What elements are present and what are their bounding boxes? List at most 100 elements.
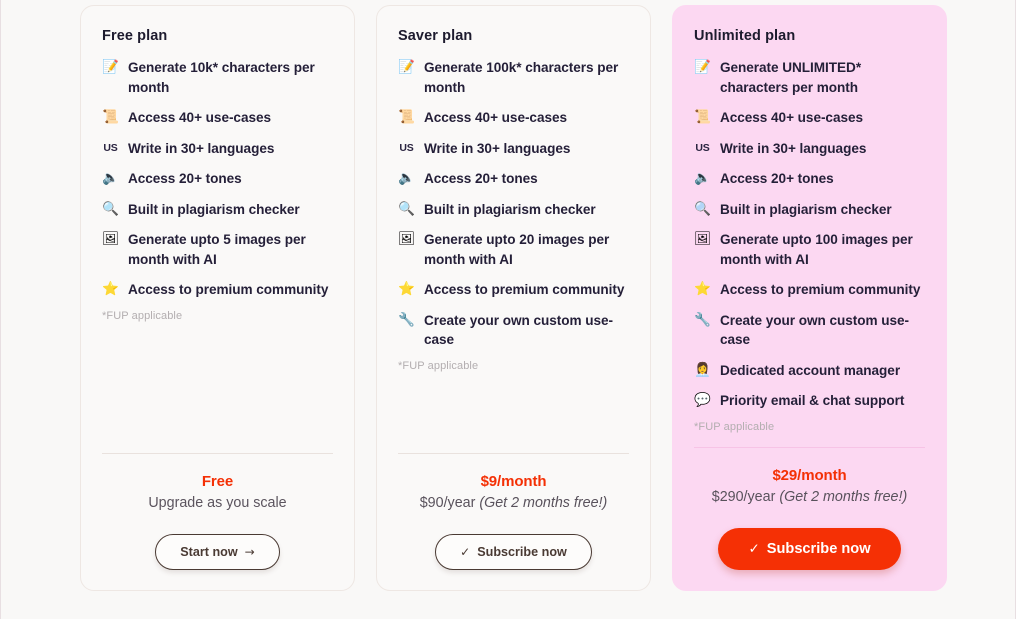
star-icon: ⭐	[102, 281, 119, 297]
feature-label: Write in 30+ languages	[720, 140, 867, 156]
cta-button-unlimited[interactable]: ✓ Subscribe now	[718, 528, 901, 570]
fup-footnote: *FUP applicable	[398, 359, 479, 372]
card-divider	[694, 447, 925, 448]
arrow-right-icon: →	[244, 545, 255, 559]
price-block: Free Upgrade as you scale	[102, 472, 333, 514]
price-block: $29/month $290/year (Get 2 months free!)	[694, 466, 925, 508]
feature-item: 📜 Access 40+ use-cases	[102, 108, 333, 128]
feature-item: 🔧 Create your own custom use-case	[398, 311, 629, 350]
cta-button-saver[interactable]: ✓ Subscribe now	[435, 534, 592, 570]
feature-label: Create your own custom use-case	[720, 312, 910, 348]
fup-footnote: *FUP applicable	[102, 309, 183, 322]
price-primary: Free	[201, 473, 234, 490]
fup-footnote: *FUP applicable	[694, 420, 775, 433]
feature-label: Generate upto 100 images per month with …	[720, 232, 913, 267]
speaker-icon: 🔈	[694, 170, 711, 186]
feature-item: 🔍 Built in plagiarism checker	[398, 200, 629, 220]
magnifier-icon: 🔍	[102, 200, 119, 217]
scroll-icon: 📜	[398, 109, 415, 125]
price-primary: $9/month	[480, 473, 547, 490]
framed-picture-icon: 🖼	[694, 231, 712, 247]
price-yearly-amount: $290/year	[711, 489, 780, 505]
framed-picture-icon: 🖼	[102, 231, 120, 247]
feature-item: 🖼 Generate upto 5 images per month with A…	[102, 230, 333, 269]
card-spacer	[694, 433, 925, 448]
wrench-icon: 🔧	[694, 311, 711, 328]
cta-label: Subscribe now	[766, 541, 871, 557]
us-flag-icon: US	[695, 141, 710, 154]
magnifier-icon: 🔍	[694, 200, 711, 217]
star-icon: ⭐	[398, 281, 415, 297]
feature-item: 🔍 Built in plagiarism checker	[694, 200, 925, 220]
price-block: $9/month $90/year (Get 2 months free!)	[398, 472, 629, 514]
card-spacer	[398, 372, 629, 454]
feature-list: 📝 Generate 10k* characters per month 📜 Acce…	[102, 58, 333, 300]
feature-label: Generate upto 20 images per month with A…	[424, 232, 610, 267]
feature-label: Access 40+ use-cases	[720, 110, 863, 125]
feature-item: ⭐ Access to premium community	[694, 280, 925, 300]
cta-label: Start now	[180, 545, 238, 559]
feature-label: Access 20+ tones	[424, 171, 538, 186]
card-spacer	[102, 322, 333, 454]
magnifier-icon: 🔍	[398, 200, 415, 217]
feature-item: 💬 Priority email & chat support	[694, 391, 925, 411]
cta-button-free[interactable]: Start now →	[155, 534, 280, 570]
us-flag-icon: US	[103, 141, 118, 154]
feature-label: Built in plagiarism checker	[128, 201, 300, 217]
check-icon: ✓	[460, 545, 471, 559]
feature-label: Generate 10k* characters per month	[128, 60, 315, 95]
feature-label: Access 20+ tones	[128, 171, 242, 186]
price-secondary: $290/year (Get 2 months free!)	[694, 487, 925, 508]
cta-label: Subscribe now	[477, 545, 567, 559]
feature-item: 🔍 Built in plagiarism checker	[102, 200, 333, 220]
card-divider	[398, 453, 629, 454]
plan-title: Saver plan	[398, 28, 473, 44]
feature-item: 📝 Generate 100k* characters per month	[398, 58, 629, 97]
cta-container: ✓ Subscribe now	[694, 528, 925, 570]
pricing-plan-list: Free plan 📝 Generate 10k* characters per m…	[80, 5, 947, 591]
feature-list: 📝 Generate UNLIMITED* characters per mont…	[694, 58, 925, 411]
feature-label: Access to premium community	[128, 282, 329, 297]
check-icon: ✓	[748, 541, 760, 557]
feature-item: 🔈 Access 20+ tones	[398, 169, 629, 189]
price-yearly-note: (Get 2 months free!)	[779, 489, 908, 505]
pricing-card-free: Free plan 📝 Generate 10k* characters per m…	[80, 5, 355, 591]
price-primary: $29/month	[772, 467, 847, 484]
cta-container: ✓ Subscribe now	[398, 534, 629, 570]
page-left-rule	[0, 0, 1, 619]
framed-picture-icon: 🖼	[398, 231, 416, 247]
feature-item: 📜 Access 40+ use-cases	[398, 108, 629, 128]
plan-title: Free plan	[102, 28, 168, 44]
card-divider	[102, 453, 333, 454]
feature-item: 🖼 Generate upto 20 images per month with …	[398, 230, 629, 269]
feature-item: 📝 Generate UNLIMITED* characters per mont…	[694, 58, 925, 97]
feature-label: Access 20+ tones	[720, 171, 834, 186]
scroll-icon: 📜	[102, 109, 119, 125]
feature-label: Priority email & chat support	[720, 393, 905, 408]
feature-item: US Write in 30+ languages	[102, 139, 333, 159]
feature-label: Create your own custom use-case	[424, 312, 614, 348]
price-yearly-note: (Get 2 months free!)	[479, 495, 608, 511]
price-secondary: $90/year (Get 2 months free!)	[398, 493, 629, 514]
scroll-icon: 📜	[694, 109, 711, 125]
feature-label: Write in 30+ languages	[424, 140, 571, 156]
plan-title: Unlimited plan	[694, 28, 796, 44]
feature-label: Access 40+ use-cases	[424, 110, 567, 125]
speaker-icon: 🔈	[102, 170, 119, 186]
pricing-card-unlimited: Unlimited plan 📝 Generate UNLIMITED* chara…	[672, 5, 947, 591]
pricing-page: Free plan 📝 Generate 10k* characters per m…	[0, 0, 1016, 619]
memo-icon: 📝	[694, 59, 711, 75]
feature-item: 📜 Access 40+ use-cases	[694, 108, 925, 128]
feature-item: 🔈 Access 20+ tones	[694, 169, 925, 189]
feature-item: ⭐ Access to premium community	[102, 280, 333, 300]
feature-list: 📝 Generate 100k* characters per month 📜 Acc…	[398, 58, 629, 350]
feature-item: ⭐ Access to premium community	[398, 280, 629, 300]
price-yearly-amount: $90/year	[419, 495, 480, 511]
price-tagline: Upgrade as you scale	[148, 495, 287, 511]
speaker-icon: 🔈	[398, 170, 415, 186]
office-worker-icon: 👩‍💼	[694, 361, 711, 378]
feature-label: Access 40+ use-cases	[128, 110, 271, 125]
memo-icon: 📝	[102, 59, 119, 75]
feature-label: Built in plagiarism checker	[424, 201, 596, 217]
speech-balloon-icon: 💬	[694, 392, 711, 408]
